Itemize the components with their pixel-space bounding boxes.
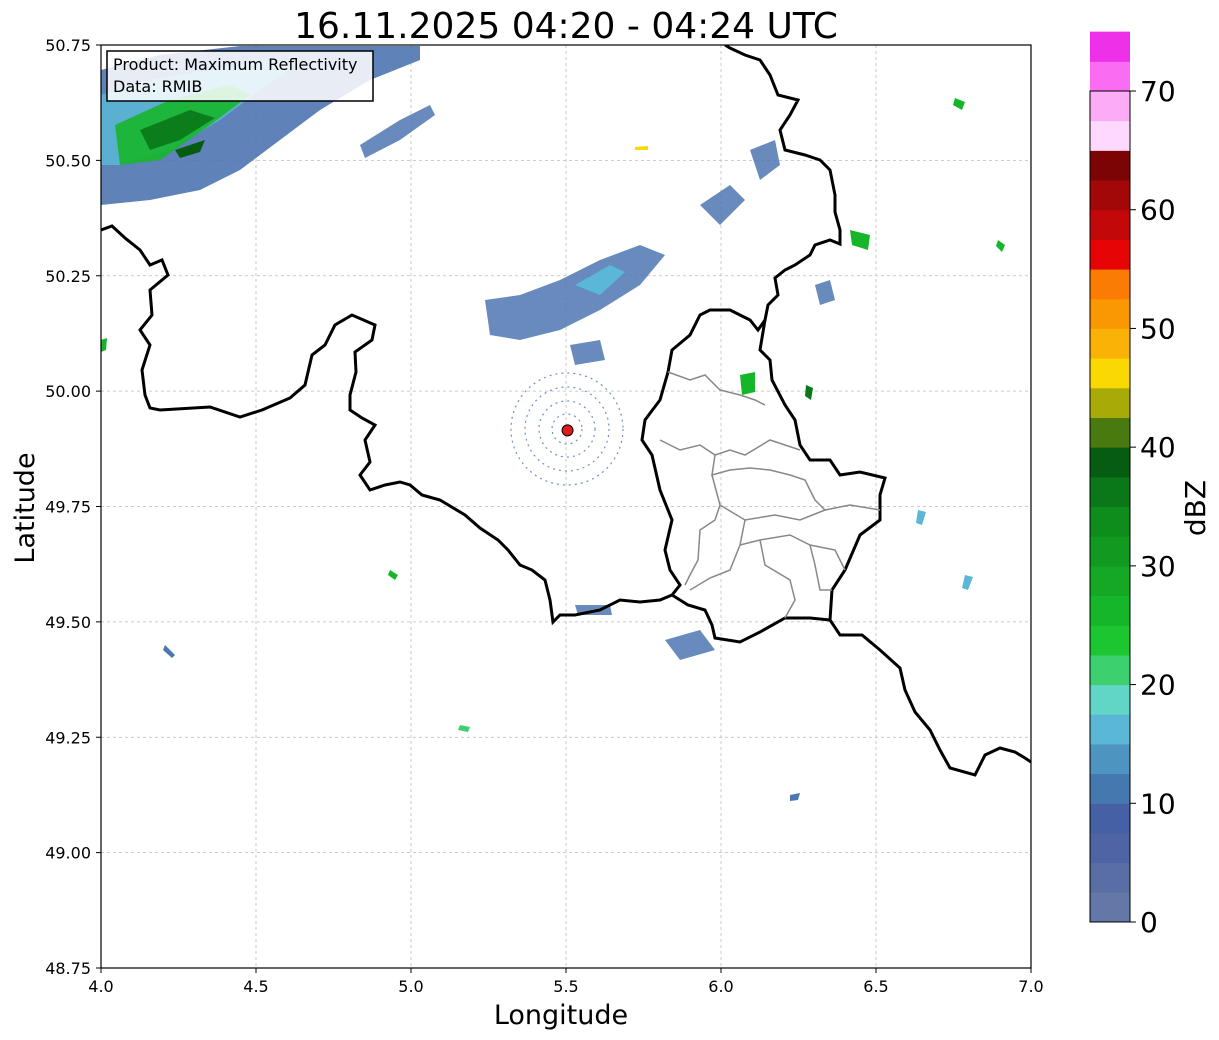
y-tick-label: 50.00: [45, 382, 91, 401]
y-tick-label: 49.75: [45, 498, 91, 517]
y-tick-label: 49.25: [45, 728, 91, 747]
colorbar-segment: [1090, 803, 1130, 834]
colorbar-segment: [1090, 892, 1130, 923]
product-label: Product: Maximum Reflectivity: [113, 55, 357, 74]
colorbar-segment: [1090, 417, 1130, 448]
colorbar-segment: [1090, 714, 1130, 745]
colorbar-segment: [1090, 180, 1130, 211]
colorbar-tick-label: 40: [1140, 431, 1176, 464]
colorbar-tick-label: 70: [1140, 75, 1176, 108]
y-axis-label: Latitude: [10, 452, 41, 563]
y-tick-label: 48.75: [45, 959, 91, 978]
colorbar-tick-label: 60: [1140, 194, 1176, 227]
colorbar: 0 10 20 30 40 50 60 70: [1089, 31, 1176, 939]
colorbar-segment: [1090, 358, 1130, 389]
x-axis-label: Longitude: [494, 1000, 628, 1031]
radar-site-marker[interactable]: [561, 424, 574, 437]
x-tick-label: 6.0: [708, 977, 733, 996]
y-tick-label: 50.75: [45, 36, 91, 55]
x-tick-label: 7.0: [1018, 977, 1043, 996]
colorbar-segment: [1090, 91, 1130, 122]
colorbar-segment: [1090, 31, 1130, 62]
colorbar-segment: [1090, 773, 1130, 804]
radar-map-figure: 16.11.2025 04:20 - 04:24 UTC Product: Ma…: [10, 6, 1212, 1031]
colorbar-segment: [1090, 239, 1130, 270]
colorbar-segment: [1090, 476, 1130, 507]
colorbar-segment: [1090, 447, 1130, 478]
product-info-box: Product: Maximum Reflectivity Data: RMIB: [106, 50, 374, 102]
x-tick-label: 5.5: [553, 977, 578, 996]
colorbar-segment: [1090, 120, 1130, 151]
colorbar-tick-label: 50: [1140, 312, 1176, 345]
colorbar-segment: [1090, 654, 1130, 686]
map-title: 16.11.2025 04:20 - 04:24 UTC: [294, 6, 838, 47]
colorbar-segment: [1090, 743, 1130, 775]
colorbar-segment: [1090, 684, 1130, 715]
x-tick-label: 5.0: [398, 977, 423, 996]
x-tick-label: 6.5: [863, 977, 888, 996]
y-tick-label: 50.50: [45, 151, 91, 170]
colorbar-tick-label: 0: [1140, 906, 1158, 939]
colorbar-segment: [1090, 209, 1130, 240]
echo-cell: [740, 372, 755, 395]
x-tick-label: 4.5: [243, 977, 268, 996]
y-axis-ticks: 50.75 50.50 50.25 50.00 49.75 49.50 49.25 49.00…: [45, 36, 101, 978]
colorbar-segment: [1090, 832, 1130, 864]
y-tick-label: 50.25: [45, 267, 91, 286]
x-axis-ticks: 4.0 4.5 5.0 5.5 6.0 6.5 7.0: [88, 968, 1044, 996]
colorbar-segment: [1090, 565, 1130, 597]
colorbar-tick-label: 20: [1140, 669, 1176, 702]
colorbar-segment: [1090, 328, 1130, 359]
colorbar-segment: [1090, 506, 1130, 537]
colorbar-segment: [1090, 61, 1130, 92]
y-tick-label: 49.00: [45, 844, 91, 863]
colorbar-segment: [1090, 387, 1130, 418]
data-source-label: Data: RMIB: [113, 77, 202, 96]
map-axes[interactable]: Product: Maximum Reflectivity Data: RMIB: [100, 44, 1032, 969]
colorbar-segment: [1090, 625, 1130, 656]
colorbar-label: dBZ: [1179, 480, 1212, 536]
colorbar-tick-label: 30: [1140, 550, 1176, 583]
colorbar-segment: [1090, 150, 1130, 181]
colorbar-segment: [1090, 862, 1130, 893]
colorbar-tick-label: 10: [1140, 787, 1176, 820]
colorbar-segment: [1090, 536, 1130, 567]
x-tick-label: 4.0: [88, 977, 113, 996]
colorbar-segment: [1090, 595, 1130, 626]
colorbar-segment: [1090, 298, 1130, 329]
y-tick-label: 49.50: [45, 613, 91, 632]
colorbar-segment: [1090, 269, 1130, 300]
